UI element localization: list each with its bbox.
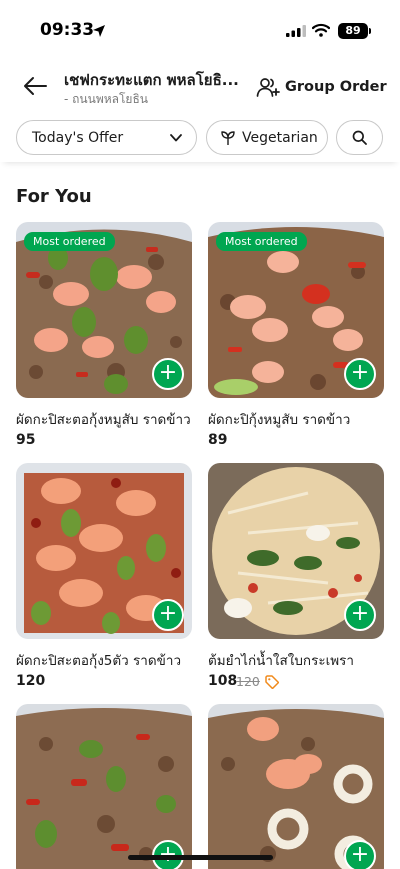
search-icon (352, 130, 367, 145)
chevron-down-icon (170, 134, 182, 142)
add-to-cart-button[interactable]: + (152, 358, 184, 390)
battery-icon: 89 (338, 23, 368, 39)
leaf-icon (221, 130, 235, 145)
most-ordered-badge: Most ordered (216, 232, 307, 251)
tag-icon (265, 675, 279, 689)
status-bar: 09:33 89 (0, 0, 400, 60)
add-to-cart-button[interactable]: + (344, 599, 376, 631)
item-price: 89 (208, 432, 228, 448)
todays-offer-label: Today's Offer (32, 129, 124, 146)
add-to-cart-button[interactable]: + (344, 840, 376, 869)
back-arrow-icon[interactable] (22, 74, 48, 98)
item-name: ต้มยำไก่น้ำใสใบกระเพรา (208, 653, 354, 669)
home-indicator[interactable] (128, 855, 273, 860)
todays-offer-dropdown[interactable]: Today's Offer (16, 120, 197, 155)
battery-tip (369, 28, 371, 34)
original-price: 120 (236, 674, 260, 689)
food-image: + (208, 463, 384, 639)
search-button[interactable] (336, 120, 383, 155)
cellular-signal-icon (286, 25, 306, 37)
food-image: + (16, 704, 192, 869)
wifi-icon (312, 23, 330, 37)
item-price: 120 (16, 673, 46, 689)
location-arrow-icon (93, 25, 105, 37)
item-price: 108 (208, 673, 238, 689)
store-branch: - ถนนพหลโยธิน (64, 92, 148, 106)
most-ordered-badge: Most ordered (24, 232, 115, 251)
add-to-cart-button[interactable]: + (344, 358, 376, 390)
food-image: Most ordered + (16, 222, 192, 398)
item-name: ผัดกะปิกุ้งหมูสับ ราดข้าว (208, 412, 351, 428)
food-image: + (208, 704, 384, 869)
status-time: 09:33 (40, 20, 95, 40)
item-price: 95 (16, 432, 36, 448)
food-image: Most ordered + (208, 222, 384, 398)
item-name: ผัดกะปิสะตอกุ้งหมูสับ ราดข้าว (16, 412, 191, 428)
filter-bar: Today's Offer Vegetarian (0, 118, 400, 162)
store-name: เชฟกระทะแตก พหลโยธิ... (64, 71, 239, 89)
food-image: + (16, 463, 192, 639)
group-order-button[interactable]: Group Order (256, 74, 387, 100)
section-title: For You (16, 186, 92, 207)
vegetarian-label: Vegetarian (242, 129, 318, 146)
add-to-cart-button[interactable]: + (152, 599, 184, 631)
group-order-label: Group Order (285, 79, 387, 95)
item-name: ผัดกะปิสะตอกุ้ง5ตัว ราดข้าว (16, 653, 182, 669)
group-add-icon (256, 78, 280, 97)
store-header: เชฟกระทะแตก พหลโยธิ... - ถนนพหลโยธิน Gro… (0, 60, 400, 112)
vegetarian-filter-chip[interactable]: Vegetarian (206, 120, 328, 155)
